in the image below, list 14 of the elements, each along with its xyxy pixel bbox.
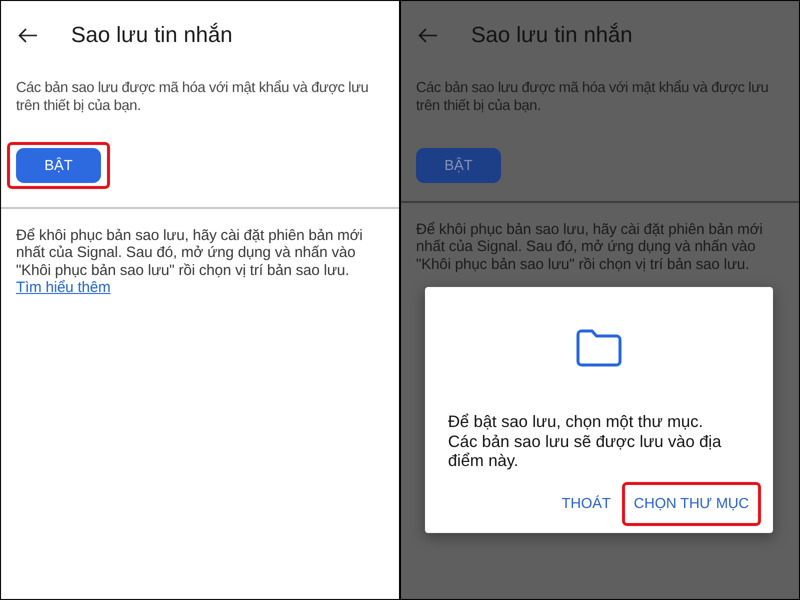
restore-instructions: Để khôi phục bản sao lưu, hãy cài đặt phiên bản mới nhất của Signal. Sau đó, mở ứng dụng và nhấn vào "Khôi phục bản sao lưu" rồi chọn vị trí bản sao lưu. Tìm hiểu thêm (16, 226, 364, 296)
screen-title: Sao lưu tin nhắn (71, 22, 233, 48)
screen-title: Sao lưu tin nhắn (471, 22, 633, 48)
enable-button[interactable]: BẬT (416, 148, 501, 183)
restore-instructions: Để khôi phục bản sao lưu, hãy cài đặt phiên bản mới nhất của Signal. Sau đó, mở ứng dụng và nhấn vào "Khôi phục bản sao lưu" rồi chọn vị trí bản sao lưu. (416, 220, 764, 273)
dialog-message: Để bật sao lưu, chọn một thư mục. Các bản sao lưu sẽ được lưu vào địa điểm này. (448, 413, 722, 472)
dialog-button[interactable]: THOÁT (554, 488, 618, 520)
learn-more-link[interactable]: Tìm hiểu thêm (16, 279, 111, 296)
folder-icon (576, 329, 622, 367)
back-arrow-icon[interactable] (18, 28, 37, 42)
enable-button[interactable]: BẬT (16, 148, 101, 183)
backup-description: Các bản sao lưu được mã hóa với mật khẩu và được lưu trên thiết bị của bạn. (416, 79, 770, 115)
dialog-button[interactable]: CHỌN THƯ MỤC (626, 488, 756, 520)
backup-description: Các bản sao lưu được mã hóa với mật khẩu và được lưu trên thiết bị của bạn. (16, 79, 370, 115)
